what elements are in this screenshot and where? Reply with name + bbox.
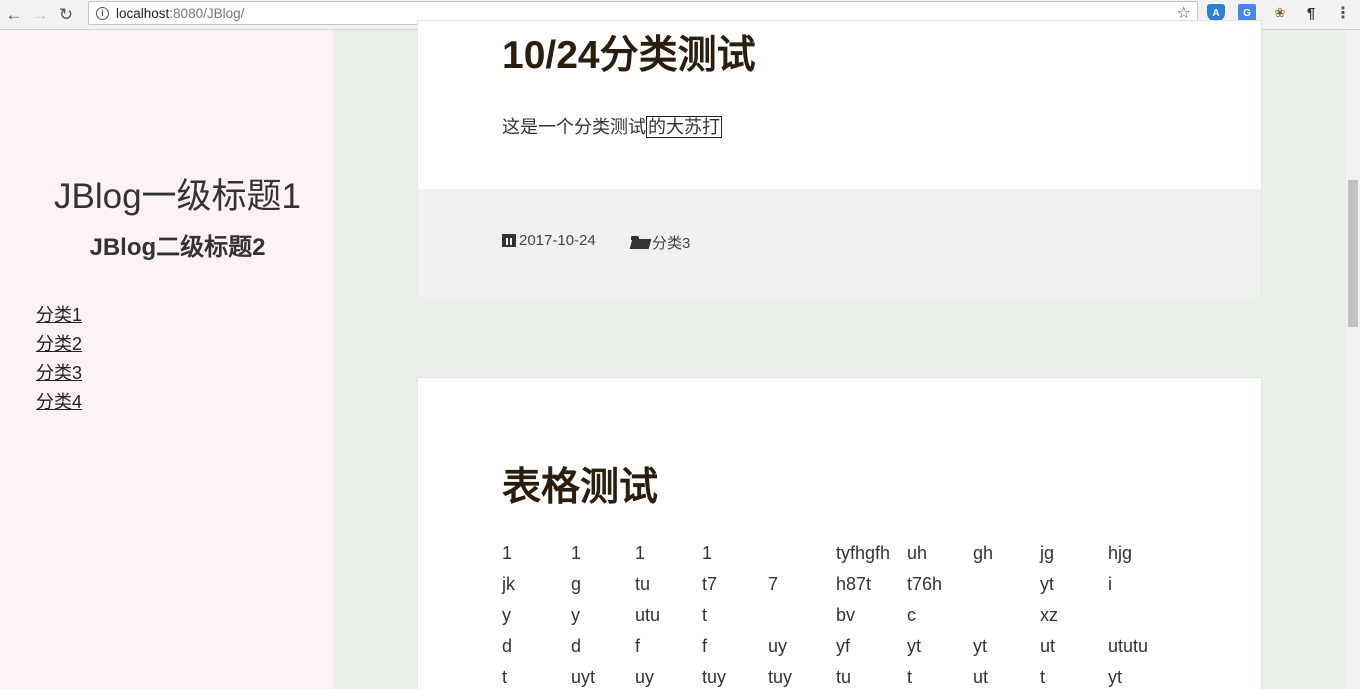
table-cell: ut [973, 667, 989, 687]
table-cell: yt [1108, 667, 1123, 687]
site-title: JBlog一级标题1 [53, 177, 302, 216]
post-table-container: 1 1 1 1 tyfhgfh uh gh jg hjg jk g tu t7 7 h87t t76h yt i y… [502, 543, 1168, 689]
category-link-2[interactable]: 分类2 [36, 334, 82, 354]
info-icon[interactable]: i [96, 6, 109, 20]
post-title[interactable]: 表格测试 [502, 456, 658, 512]
table-cell: y [571, 605, 580, 625]
url-host: localhost [116, 5, 170, 21]
table-cell: d [571, 636, 582, 656]
table-cell: jk [502, 574, 515, 594]
post-date-text: 2017-10-24 [519, 232, 596, 249]
table-cell: tuy [768, 667, 793, 687]
category-link-3[interactable]: 分类3 [36, 363, 82, 383]
table-cell: uy [635, 667, 655, 687]
post-excerpt: 这是一个分类测试 的大苏打 [502, 113, 722, 139]
category-link-4[interactable]: 分类4 [36, 392, 82, 412]
category-item: 分类4 [36, 390, 82, 419]
table-cell: y [502, 605, 511, 625]
table-cell: xz [1040, 605, 1058, 625]
table-cell: t [907, 667, 913, 687]
table-cell: tyfhgfh [836, 543, 891, 563]
reload-icon[interactable]: ↻ [54, 3, 78, 27]
category-item: 分类2 [36, 332, 82, 361]
table-cell: ut [1040, 636, 1056, 656]
post-date: 2017-10-24 [502, 232, 596, 249]
table-row: y y utu t bv c xz [502, 605, 1168, 636]
table-cell: yf [836, 636, 851, 656]
table-cell: h87t [836, 574, 872, 594]
table-cell: tuy [702, 667, 727, 687]
table-row: t uyt uy tuy tuy tu t ut t yt [502, 667, 1168, 689]
table-cell: t [702, 605, 708, 625]
table-cell: t [502, 667, 508, 687]
post-category-text[interactable]: 分类3 [652, 232, 690, 253]
category-list: 分类1 分类2 分类3 分类4 [36, 303, 82, 419]
forward-arrow-icon[interactable]: → [28, 3, 52, 27]
post-meta-footer: 2017-10-24 分类3 [418, 189, 1261, 298]
table-cell: hjg [1108, 543, 1133, 563]
extension-bug-icon[interactable]: ❀ [1271, 4, 1289, 22]
browser-menu-icon[interactable]: ⋮ [1334, 4, 1352, 22]
post-title[interactable]: 10/24分类测试 [502, 24, 756, 80]
site-subtitle: JBlog二级标题2 [89, 234, 266, 261]
table-row: 1 1 1 1 tyfhgfh uh gh jg hjg [502, 543, 1168, 574]
table-cell: t76h [907, 574, 943, 594]
table-cell: yt [907, 636, 922, 656]
calendar-icon [502, 234, 516, 247]
table-cell: ututu [1108, 636, 1149, 656]
table-cell [973, 574, 1040, 605]
table-cell: i [1108, 574, 1112, 594]
post-table: 1 1 1 1 tyfhgfh uh gh jg hjg jk g tu t7 7 h87t t76h yt i y… [502, 543, 1168, 689]
category-item: 分类3 [36, 361, 82, 390]
category-item: 分类1 [36, 303, 82, 332]
back-arrow-icon[interactable]: ← [2, 3, 26, 27]
table-cell: utu [635, 605, 661, 625]
table-cell: 7 [768, 574, 779, 594]
paragraph-extension-icon[interactable]: ¶ [1302, 4, 1320, 22]
url-text[interactable]: localhost:8080/JBlog/ [116, 6, 244, 21]
excerpt-text: 这是一个分类测试 [502, 117, 646, 137]
table-cell: t7 [702, 574, 718, 594]
table-cell [768, 605, 836, 636]
post-card: 10/24分类测试 这是一个分类测试 的大苏打 2017-10-24 分类3 [417, 20, 1262, 298]
table-cell: t [1040, 667, 1046, 687]
table-cell: 1 [502, 543, 513, 563]
table-cell: g [571, 574, 582, 594]
category-link-1[interactable]: 分类1 [36, 305, 82, 325]
table-cell: 1 [571, 543, 582, 563]
sidebar: JBlog一级标题1 JBlog二级标题2 分类1 分类2 分类3 分类4 [0, 30, 333, 689]
table-cell: yt [973, 636, 988, 656]
table-cell [1108, 605, 1168, 636]
table-cell: uh [907, 543, 928, 563]
table-cell: uy [768, 636, 788, 656]
table-cell: f [702, 636, 708, 656]
table-cell: uyt [571, 667, 596, 687]
table-cell [973, 605, 1040, 636]
scrollbar-thumb[interactable] [1348, 180, 1358, 327]
table-cell: d [502, 636, 513, 656]
post-category[interactable]: 分类3 [631, 232, 690, 253]
excerpt-boxed-text: 的大苏打 [646, 116, 722, 138]
url-path: :8080/JBlog/ [169, 5, 245, 21]
table-cell: 1 [635, 543, 646, 563]
table-row: jk g tu t7 7 h87t t76h yt i [502, 574, 1168, 605]
table-cell: tu [836, 667, 852, 687]
table-cell: 1 [702, 543, 713, 563]
page-scrollbar[interactable] [1346, 30, 1360, 689]
table-row: d d f f uy yf yt yt ut ututu [502, 636, 1168, 667]
table-cell: gh [973, 543, 994, 563]
table-cell: yt [1040, 574, 1055, 594]
folder-open-icon [631, 236, 650, 249]
table-cell [768, 543, 836, 574]
table-cell: c [907, 605, 916, 625]
table-cell: bv [836, 605, 856, 625]
table-cell: f [635, 636, 641, 656]
post-card: 表格测试 1 1 1 1 tyfhgfh uh gh jg hjg jk g tu t7 7 h87t t76… [417, 377, 1262, 689]
table-cell: tu [635, 574, 651, 594]
table-cell: jg [1040, 543, 1055, 563]
